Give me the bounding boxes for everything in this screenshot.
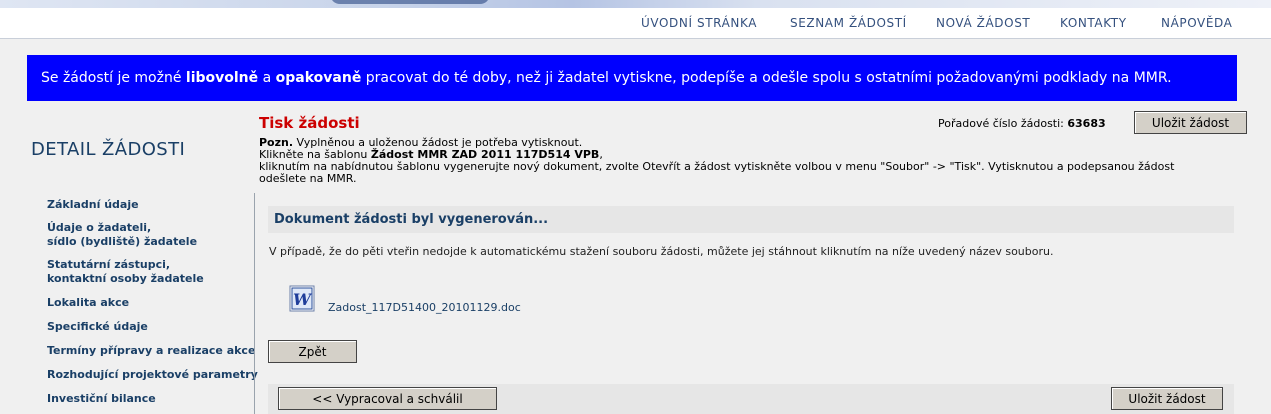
- save-button-bottom[interactable]: Uložit žádost: [1111, 387, 1223, 410]
- save-button-top[interactable]: Uložit žádost: [1134, 111, 1247, 134]
- word-document-icon[interactable]: W: [289, 285, 315, 312]
- sidebar-item-statutory-representatives[interactable]: Statutární zástupci, kontaktní osoby žada…: [47, 258, 204, 286]
- sidebar-item-specific-data[interactable]: Specifické údaje: [47, 320, 148, 334]
- print-instructions: Pozn. Vyplněnou a uloženou žádost je pot…: [259, 136, 1175, 185]
- nav-contacts[interactable]: KONTAKTY: [1060, 16, 1127, 30]
- header-banner: [0, 0, 1271, 8]
- sidebar-title: DETAIL ŽÁDOSTI: [31, 139, 186, 160]
- panel-header: Dokument žádosti byl vygenerován...: [268, 206, 1234, 233]
- file-download-link[interactable]: Zadost_117D51400_20101129.doc: [328, 301, 521, 314]
- order-number-label: Pořadové číslo žádosti: 63683: [938, 117, 1106, 130]
- prepared-approved-button[interactable]: << Vypracoval a schválil: [278, 387, 497, 410]
- download-info-text: V případě, že do pěti vteřin nedojde k a…: [269, 245, 1054, 258]
- nav-new-request[interactable]: NOVÁ ŽÁDOST: [936, 16, 1030, 30]
- nav-request-list[interactable]: SEZNAM ŽÁDOSTÍ: [790, 16, 907, 30]
- sidebar-item-applicant-data[interactable]: Údaje o žadateli, sídlo (bydliště) žadate…: [47, 221, 197, 249]
- svg-text:W: W: [293, 290, 313, 309]
- nav-home[interactable]: ÚVODNÍ STRÁNKA: [641, 16, 757, 30]
- order-number: 63683: [1067, 117, 1106, 130]
- nav-help[interactable]: NÁPOVĚDA: [1161, 16, 1233, 30]
- sidebar-item-basic-data[interactable]: Základní údaje: [47, 198, 139, 212]
- sidebar-item-project-parameters[interactable]: Rozhodující projektové parametry: [47, 368, 258, 382]
- sidebar-item-location[interactable]: Lokalita akce: [47, 296, 129, 310]
- info-banner-text: Se žádostí je možné libovolně a opakovan…: [41, 70, 1172, 86]
- panel-title: Dokument žádosti byl vygenerován...: [274, 212, 549, 227]
- back-button[interactable]: Zpět: [268, 340, 357, 363]
- sidebar-item-schedule[interactable]: Termíny přípravy a realizace akce: [47, 344, 255, 358]
- sidebar-item-investment-balance[interactable]: Investiční bilance: [47, 392, 156, 406]
- sidebar-divider: [254, 193, 255, 414]
- page-title: Tisk žádosti: [259, 114, 360, 132]
- info-banner: Se žádostí je možné libovolně a opakovan…: [27, 55, 1237, 101]
- top-navigation: ÚVODNÍ STRÁNKA SEZNAM ŽÁDOSTÍ NOVÁ ŽÁDOS…: [0, 8, 1271, 39]
